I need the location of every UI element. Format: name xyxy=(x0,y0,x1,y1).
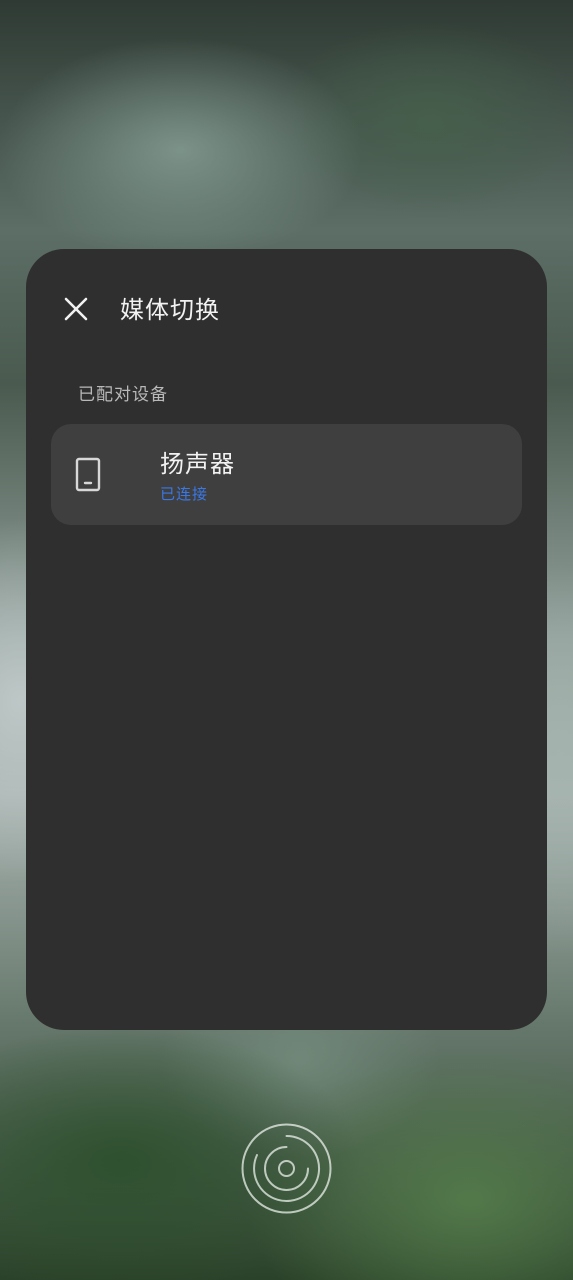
home-fingerprint-icon xyxy=(241,1123,332,1214)
close-icon xyxy=(64,297,88,321)
device-item-speaker[interactable]: 扬声器 已连接 xyxy=(51,424,522,525)
media-switch-panel: 媒体切换 已配对设备 扬声器 已连接 xyxy=(26,249,547,1030)
panel-title: 媒体切换 xyxy=(120,296,220,324)
phone-icon xyxy=(75,457,101,492)
device-status: 已连接 xyxy=(160,485,209,503)
home-button[interactable] xyxy=(240,1122,333,1215)
close-button[interactable] xyxy=(56,289,96,329)
device-name: 扬声器 xyxy=(160,450,235,478)
paired-devices-label: 已配对设备 xyxy=(78,385,168,405)
